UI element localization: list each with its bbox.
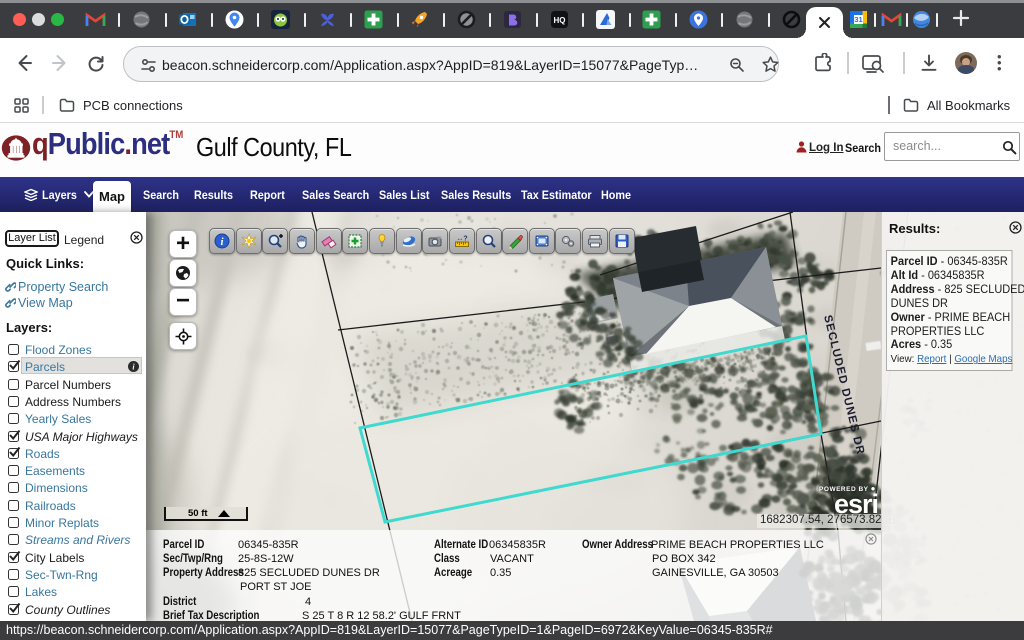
svg-text:HQ: HQ — [554, 16, 566, 25]
svg-text:↔?: ↔? — [456, 236, 467, 243]
svg-text:31: 31 — [854, 15, 862, 24]
